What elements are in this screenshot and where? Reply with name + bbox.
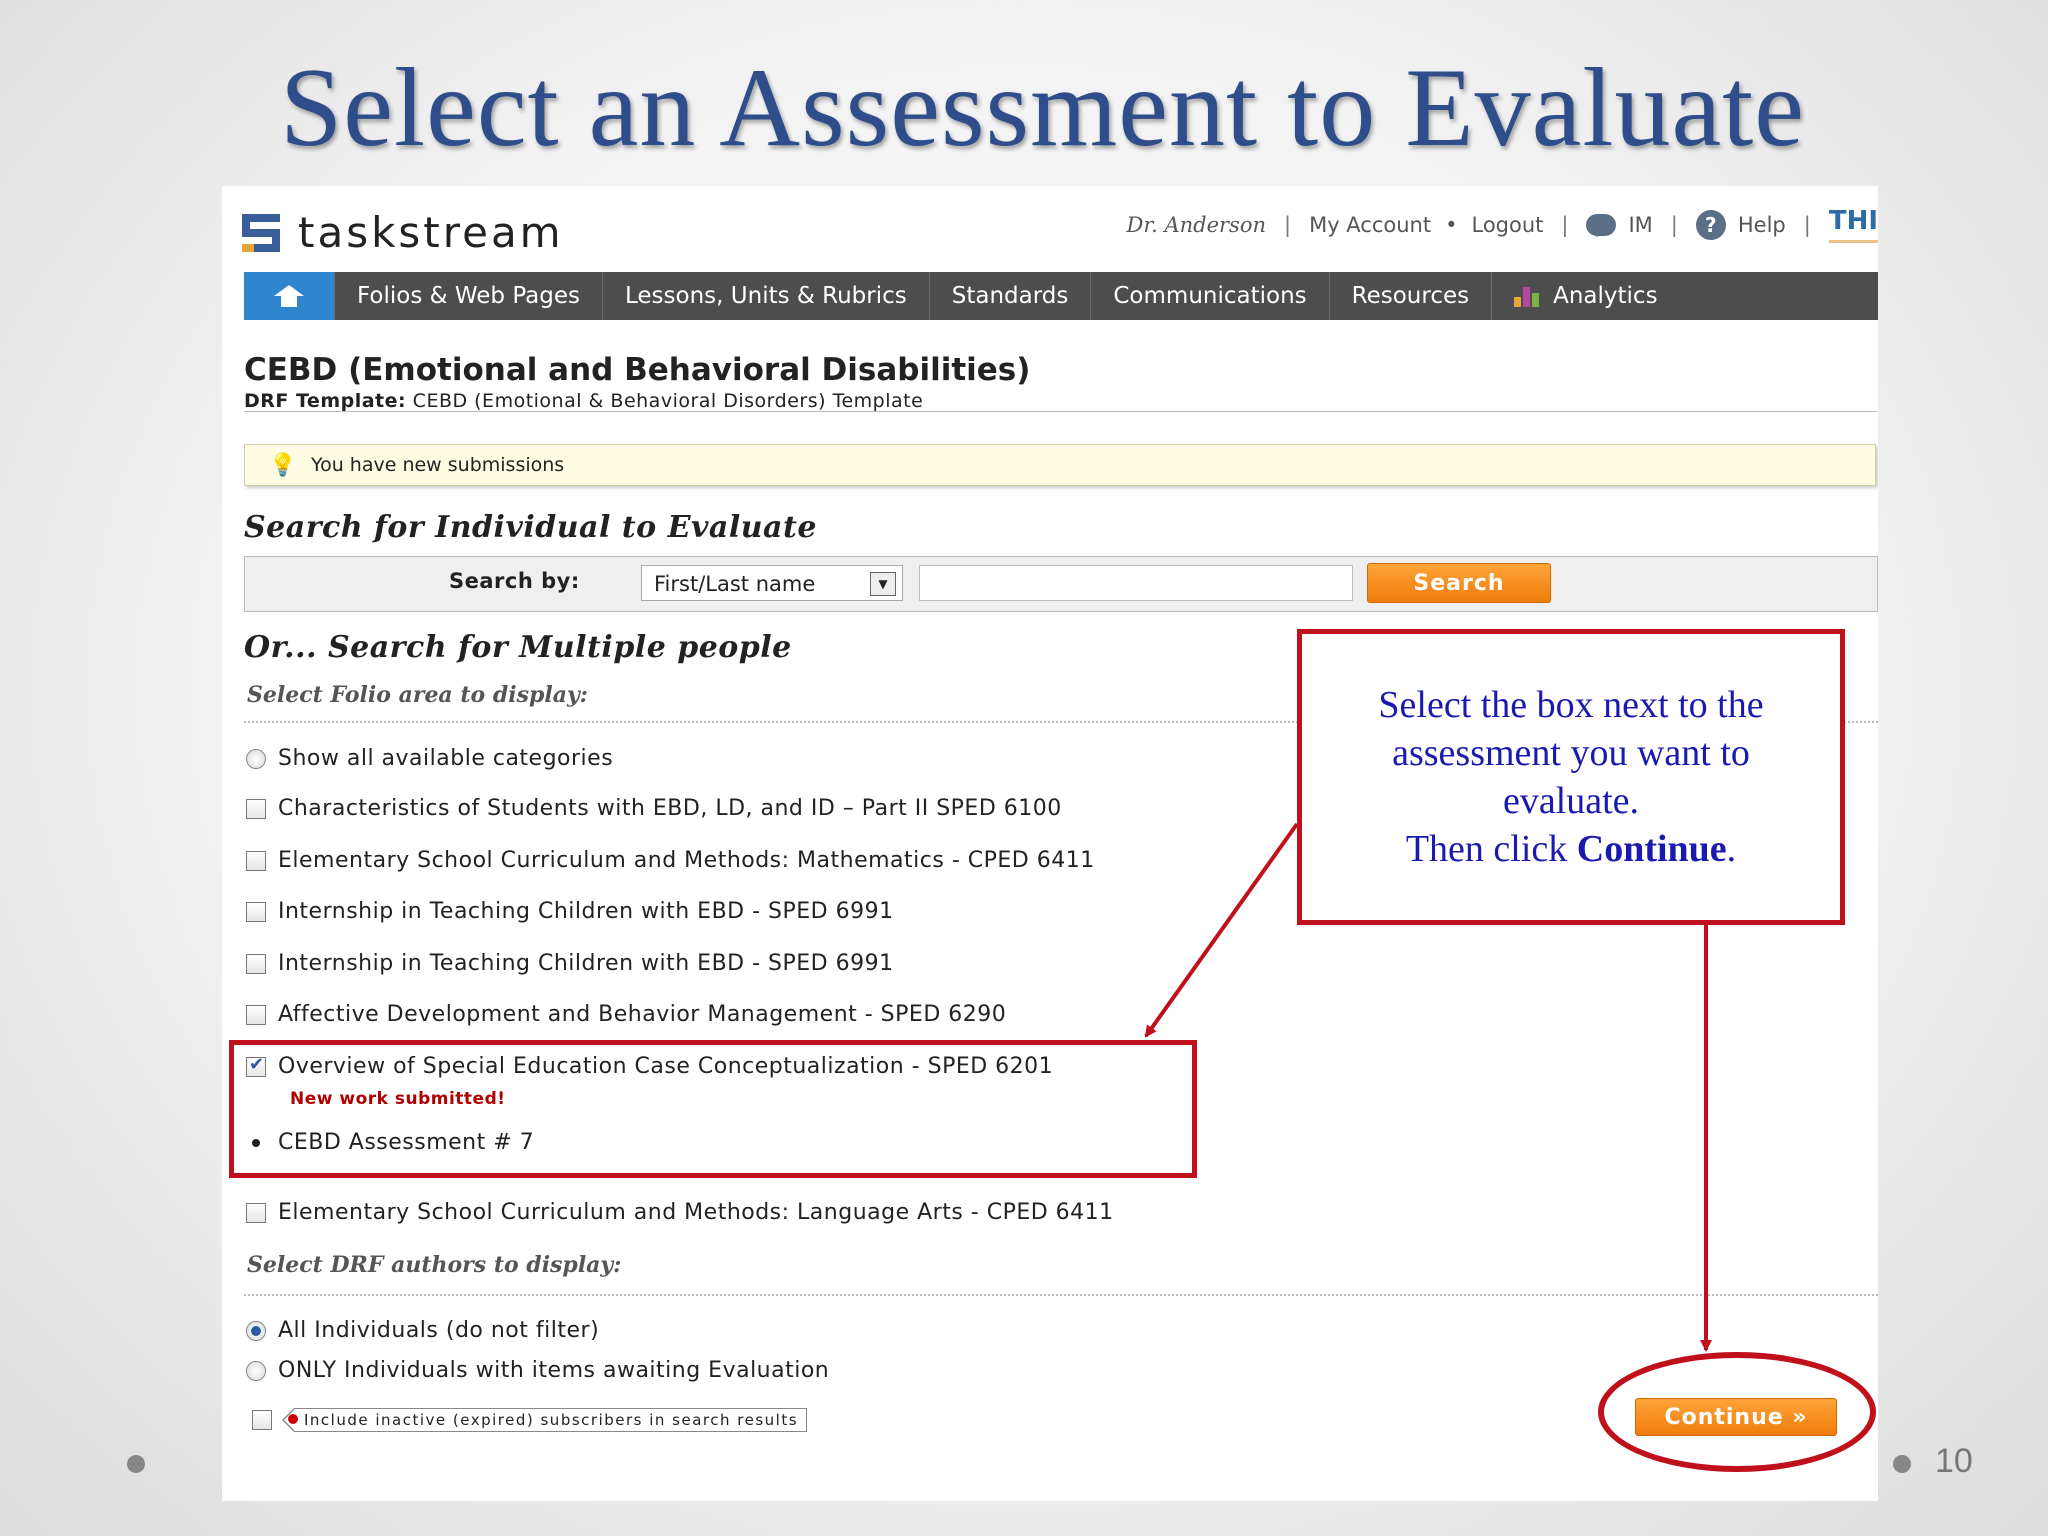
callout-end: . <box>1726 828 1737 870</box>
callout-bold: Continue <box>1576 828 1727 870</box>
callout-line: assessment you want to <box>1392 732 1750 774</box>
slide-dot-right <box>1893 1455 1911 1473</box>
slide-dot-left <box>127 1455 145 1473</box>
tag-icon <box>288 1414 298 1424</box>
callout-line: evaluate. <box>1502 780 1640 822</box>
callout-then: Then click <box>1405 828 1568 870</box>
slide-number: 10 <box>1935 1442 1973 1480</box>
arrow-to-selection <box>1144 822 1299 1038</box>
callout-line: Select the box next to the <box>1378 684 1764 726</box>
continue-highlight-ellipse <box>1598 1352 1876 1472</box>
callout-text: Select the box next to the assessment yo… <box>1378 681 1763 873</box>
instruction-callout: Select the box next to the assessment yo… <box>1297 629 1845 925</box>
